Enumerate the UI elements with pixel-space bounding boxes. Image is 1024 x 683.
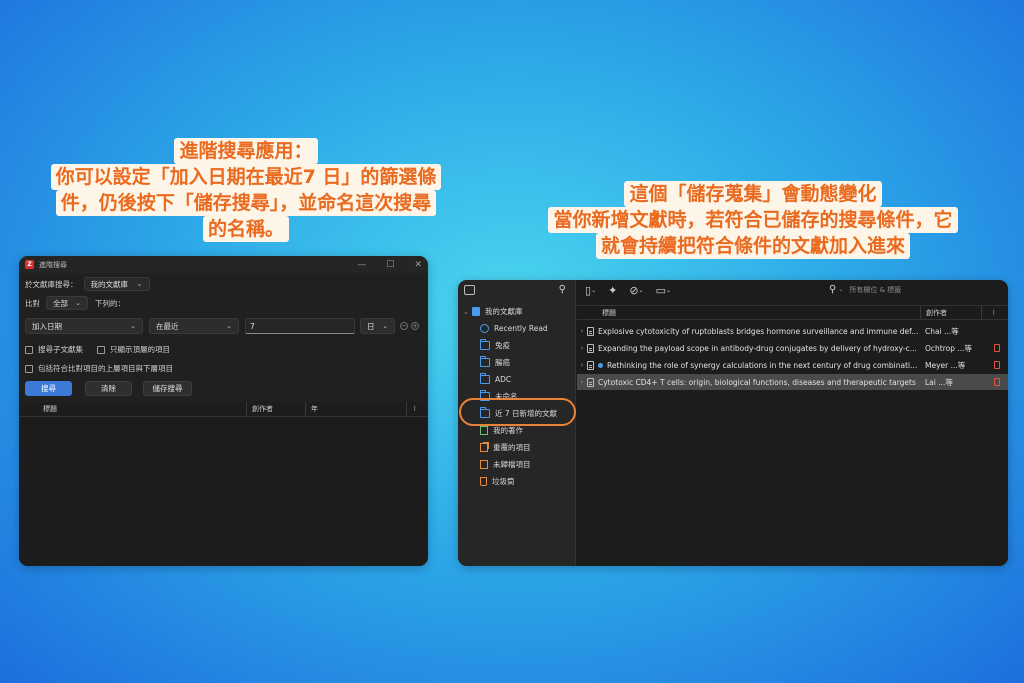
items-header: 標題 創作者 ⌇ (577, 305, 1008, 320)
advanced-search-window: Z 進階搜尋 — ☐ ✕ 於文獻庫搜尋： 我的文獻庫 ⌄ 比對 全部 ⌄ 下列的： … (19, 256, 428, 566)
item-row[interactable]: › Explosive cytotoxicity of ruptoblasts … (577, 323, 1008, 339)
attach-icon[interactable]: ⊘ ⌄ (629, 284, 643, 297)
condition-unit-select[interactable]: 日 ⌄ (360, 318, 395, 334)
chevron-down-icon: ⌄ (226, 322, 232, 330)
library-root[interactable]: ⌄ 我的文獻庫 (458, 303, 575, 320)
search-icon: ⚲ (829, 284, 837, 295)
caption-line: 進階搜尋應用： (174, 138, 318, 164)
pdf-icon[interactable] (994, 378, 1000, 386)
library-label: 我的文獻庫 (484, 307, 523, 316)
following-label: 下列的： (95, 298, 125, 308)
chevron-right-icon[interactable]: › (577, 327, 587, 335)
results-header: 標題 創作者 年 ⌇ (19, 402, 428, 417)
pdf-icon[interactable] (994, 361, 1000, 369)
search-subcollections-checkbox[interactable] (25, 345, 33, 354)
journal-article-icon (587, 343, 594, 353)
maximize-button[interactable]: ☐ (386, 260, 394, 270)
clock-icon (480, 324, 489, 333)
caption-line: 這個「儲存蒐集」會動態變化 (624, 181, 882, 207)
caption-line: 你可以設定「加入日期在最近7 日」的篩選條 (50, 164, 442, 190)
search-in-label: 於文獻庫搜尋： (25, 279, 78, 289)
window-title: 進階搜尋 (39, 260, 67, 269)
new-collection-icon[interactable] (464, 285, 475, 295)
results-list (19, 417, 428, 566)
caption-line: 當你新增文獻時，若符合已儲存的搜尋條件，它 (548, 207, 958, 233)
caption-line: 件，仍後按下「儲存搜尋」，並命名這次搜尋 (55, 190, 437, 216)
search-button[interactable]: 搜尋 (25, 381, 72, 396)
journal-article-icon (587, 377, 594, 387)
add-condition-icon[interactable]: + (411, 322, 419, 330)
item-row[interactable]: › Rethinking the role of synergy calcula… (577, 357, 1008, 373)
zotero-app-icon: Z (25, 260, 34, 269)
chevron-down-icon: ⌄ (130, 322, 136, 330)
attachment-column-icon[interactable]: ⌇ (982, 306, 995, 319)
remove-condition-icon[interactable]: − (400, 322, 408, 330)
folder-icon (480, 339, 490, 350)
item-row[interactable]: › Expanding the payload scope in antibod… (577, 340, 1008, 356)
chevron-right-icon[interactable]: › (577, 378, 587, 386)
clear-button[interactable]: 清除 (85, 381, 132, 396)
include-parent-child-checkbox[interactable] (25, 364, 33, 373)
pdf-icon[interactable] (994, 344, 1000, 352)
highlight-ellipse (459, 398, 576, 426)
chevron-down-icon[interactable]: ⌄ (838, 286, 843, 293)
chevron-down-icon: ⌄ (136, 280, 143, 288)
match-label: 比對 (25, 298, 40, 308)
chevron-down-icon: ⌄ (75, 299, 81, 307)
top-level-only-label: 只顯示頂層的項目 (110, 345, 170, 354)
search-subcollections-label: 搜尋子文獻集 (38, 345, 83, 354)
chevron-right-icon[interactable]: › (577, 344, 587, 352)
save-search-button[interactable]: 儲存搜尋 (143, 381, 192, 396)
unread-dot-icon (598, 362, 603, 368)
collection-item[interactable]: 未歸檔項目 (458, 456, 575, 473)
minimize-button[interactable]: — (357, 260, 366, 270)
collection-item[interactable]: 兔疫 (458, 337, 575, 354)
column-title[interactable]: 標題 (19, 402, 247, 416)
match-select[interactable]: 全部 ⌄ (46, 296, 88, 310)
chevron-down-icon: ⌄ (382, 322, 388, 330)
new-item-icon[interactable]: ▯ ⌄ (585, 284, 596, 297)
folder-icon (480, 356, 490, 367)
folder-icon (480, 373, 490, 384)
column-creator[interactable]: 創作者 (247, 402, 306, 416)
caption-advanced-search: 進階搜尋應用： 你可以設定「加入日期在最近7 日」的篩選條 件，仍後按下「儲存搜… (20, 138, 472, 242)
column-year[interactable]: 年 (306, 402, 407, 416)
include-parent-child-label: 包括符合比對項目的上層項目與下層項目 (38, 364, 173, 373)
items-pane: ▯ ⌄ ✦ ⊘ ⌄ ▭ ⌄ ⚲ ⌄ 所有欄位 & 標籤 標題 創作者 ⌇ › Expl… (577, 280, 1008, 566)
library-select[interactable]: 我的文獻庫 ⌄ (83, 277, 150, 291)
journal-article-icon (587, 326, 594, 336)
caption-saved-search: 這個「儲存蒐集」會動態變化 當你新增文獻時，若符合已儲存的搜尋條件，它 就會持續… (518, 181, 988, 259)
collection-item[interactable]: 垃圾筒 (458, 473, 575, 490)
my-publications-icon (480, 426, 488, 435)
collection-item[interactable]: ADC (458, 371, 575, 388)
item-row-selected[interactable]: › Cytotoxic CD4+ T cells: origin, biolog… (577, 374, 1008, 390)
collection-item[interactable]: 重覆的項目 (458, 439, 575, 456)
library-icon (471, 307, 480, 316)
search-input[interactable]: 所有欄位 & 標籤 (849, 285, 999, 295)
condition-field-select[interactable]: 加入日期 ⌄ (25, 318, 143, 334)
unfiled-icon (480, 460, 488, 469)
column-title[interactable]: 標題 (577, 306, 921, 319)
caption-line: 就會持續把符合條件的文獻加入進來 (595, 233, 910, 259)
column-creator[interactable]: 創作者 (921, 306, 982, 319)
caption-line: 的名稱。 (202, 216, 289, 242)
title-bar: Z 進階搜尋 — ☐ ✕ (19, 256, 428, 273)
collection-item[interactable]: Recently Read (458, 320, 575, 337)
search-icon[interactable]: ⚲ (559, 284, 566, 295)
duplicate-icon (480, 443, 488, 452)
note-icon[interactable]: ▭ ⌄ (656, 284, 671, 297)
attachment-column-icon[interactable]: ⌇ (407, 402, 416, 416)
chevron-down-icon[interactable]: ⌄ (463, 308, 469, 316)
close-button[interactable]: ✕ (414, 260, 422, 270)
chevron-right-icon[interactable]: › (577, 361, 587, 369)
magic-wand-icon[interactable]: ✦ (608, 284, 617, 297)
collection-item[interactable]: 腸癌 (458, 354, 575, 371)
trash-icon (480, 477, 487, 486)
journal-article-icon (587, 360, 594, 370)
condition-operator-select[interactable]: 在最近 ⌄ (149, 318, 239, 334)
condition-value-input[interactable]: 7 (245, 318, 355, 334)
top-level-only-checkbox[interactable] (97, 345, 105, 354)
